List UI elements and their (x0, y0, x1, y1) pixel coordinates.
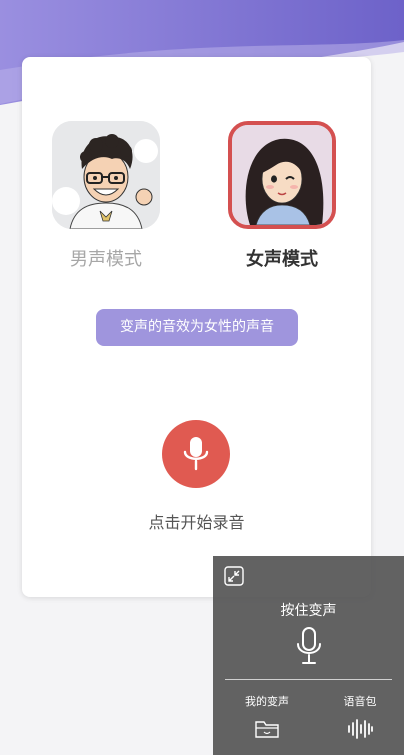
female-avatar-illustration (232, 125, 332, 225)
tab-voice-pack-label: 语音包 (343, 695, 377, 708)
floating-voice-panel: 按住变声 我的变声 语音包 (213, 556, 404, 755)
mic-icon (183, 437, 209, 471)
tab-my-voice-changes-label: 我的变声 (245, 695, 289, 708)
male-mode-option[interactable]: 男声模式 (51, 121, 161, 271)
tab-voice-pack[interactable]: 语音包 (320, 693, 400, 739)
female-mode-label: 女声模式 (246, 249, 318, 270)
record-label: 点击开始录音 (148, 513, 245, 532)
waveform-icon (348, 719, 373, 739)
female-mode-option[interactable]: 女声模式 (227, 121, 337, 271)
panel-divider (225, 679, 392, 680)
female-avatar[interactable] (228, 121, 336, 229)
shrink-icon[interactable] (224, 566, 244, 586)
effect-description-badge: 变声的音效为女性的声音 (96, 309, 298, 346)
folder-icon (255, 721, 279, 738)
male-avatar-illustration (52, 121, 160, 229)
voice-mode-card: 男声模式 女声模式 变声的音效为女性的声音 点击开始录音 (22, 57, 371, 597)
hold-mic-icon[interactable] (295, 626, 323, 666)
male-mode-label: 男声模式 (70, 249, 142, 270)
tab-my-voice-changes[interactable]: 我的变声 (227, 693, 307, 739)
male-avatar[interactable] (52, 121, 160, 229)
hold-to-change-label: 按住变声 (280, 603, 337, 619)
record-button[interactable] (162, 420, 230, 488)
